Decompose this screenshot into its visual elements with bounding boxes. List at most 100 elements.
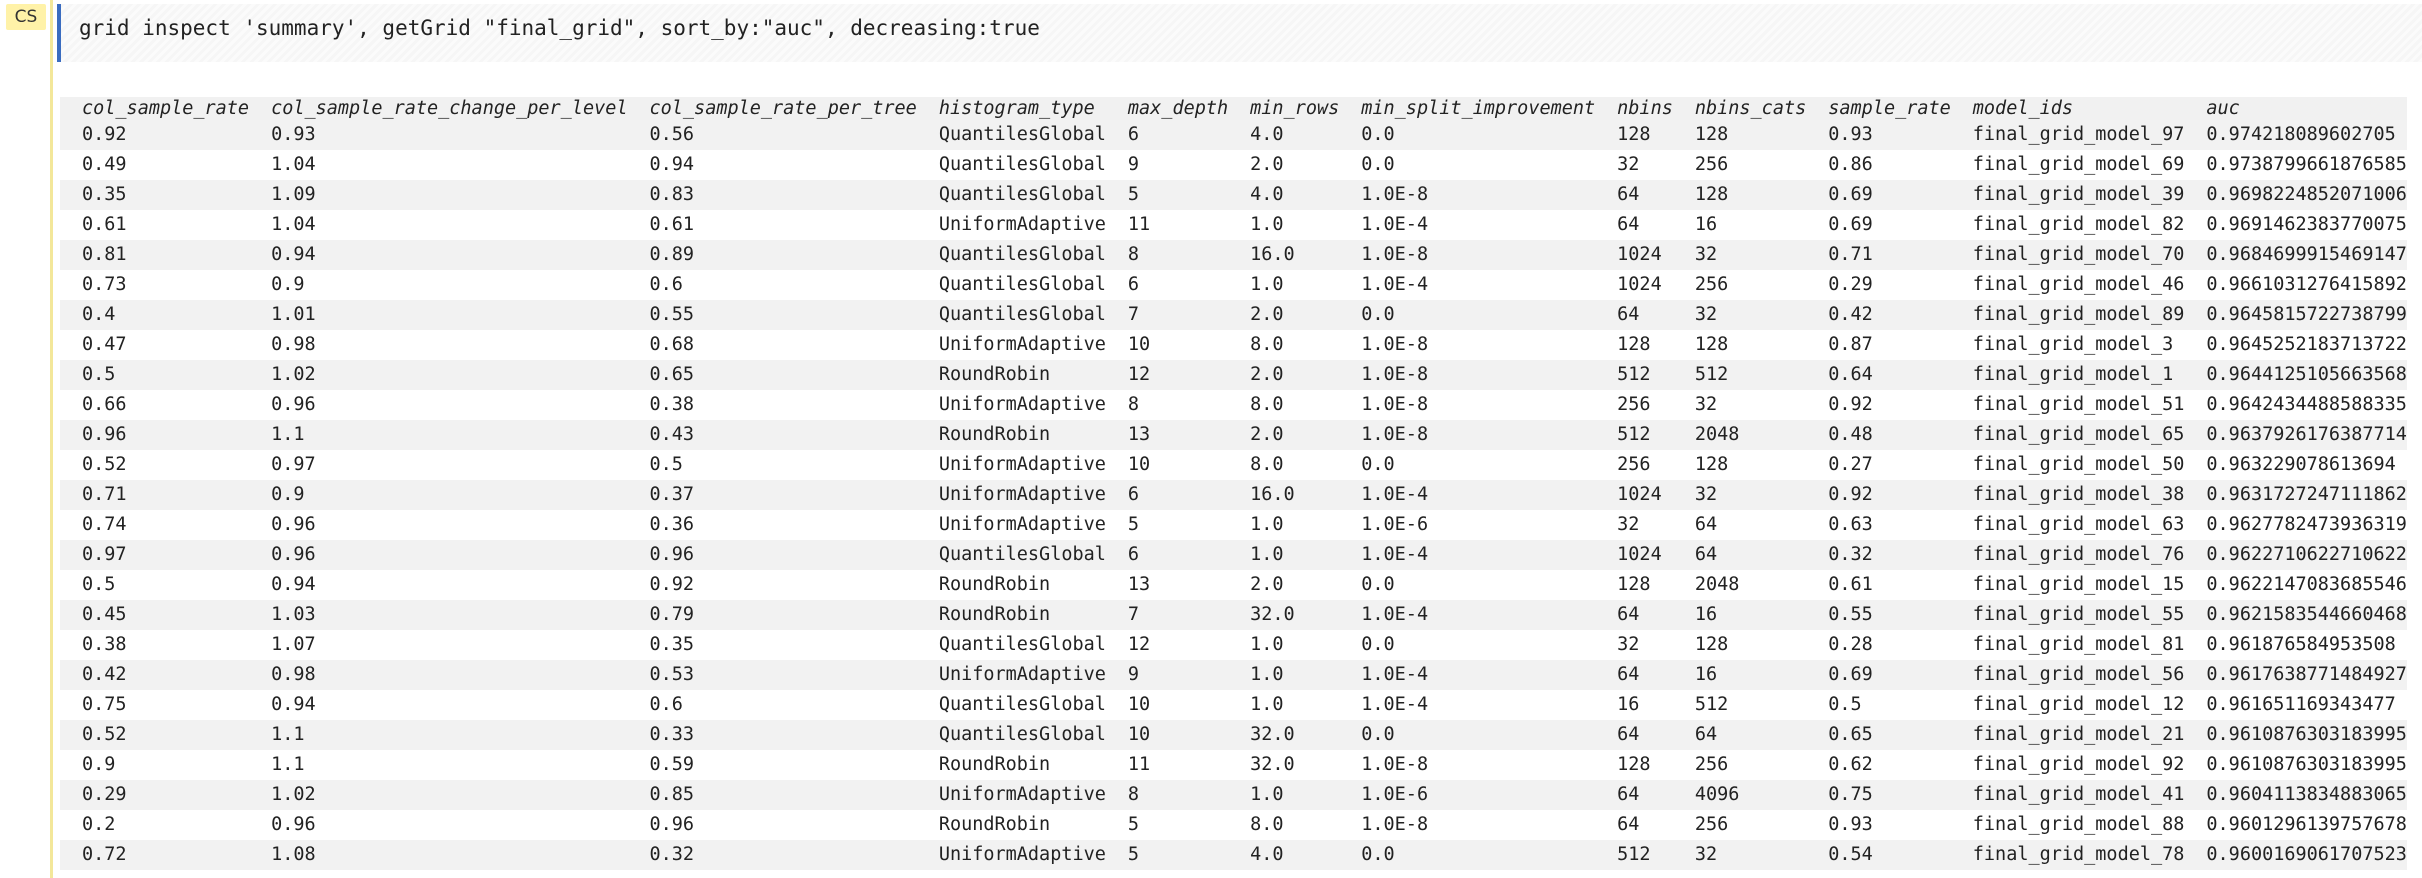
cell-model-id[interactable]: final_grid_model_12 bbox=[1950, 690, 2185, 720]
cell-auc: 0.9691462383770075 bbox=[2184, 210, 2407, 240]
code-editor[interactable]: grid inspect 'summary', getGrid "final_g… bbox=[57, 4, 2422, 62]
cell-histogram-type: RoundRobin bbox=[916, 360, 1106, 390]
column-header-col-sample-rate-change-per-level[interactable]: col_sample_rate_change_per_level bbox=[249, 97, 628, 120]
cell-col-sample-rate: 0.4 bbox=[60, 300, 250, 330]
cell-max-depth: 11 bbox=[1105, 210, 1229, 240]
cell-col-sample-rate: 0.5 bbox=[60, 360, 250, 390]
cell-model-id[interactable]: final_grid_model_21 bbox=[1950, 720, 2185, 750]
cell-col-sample-rate-per-tree: 0.96 bbox=[627, 540, 917, 570]
cell-model-id[interactable]: final_grid_model_92 bbox=[1950, 750, 2185, 780]
cell-col-sample-rate-per-tree: 0.55 bbox=[627, 300, 917, 330]
code-text[interactable]: grid inspect 'summary', getGrid "final_g… bbox=[79, 16, 1040, 40]
table-row: 0.81 0.94 0.89 QuantilesGlobal 8 16.0 1.0E-8 10… bbox=[60, 240, 2407, 270]
cell-min-rows: 32.0 bbox=[1228, 750, 1340, 780]
cell-model-id[interactable]: final_grid_model_82 bbox=[1950, 210, 2185, 240]
cell-model-id[interactable]: final_grid_model_76 bbox=[1950, 540, 2185, 570]
cell-histogram-type: QuantilesGlobal bbox=[916, 540, 1106, 570]
table-row: 0.52 1.1 0.33 QuantilesGlobal 10 32.0 0.0 64 64 0… bbox=[60, 720, 2407, 750]
cell-histogram-type: QuantilesGlobal bbox=[916, 720, 1106, 750]
cell-model-id[interactable]: final_grid_model_55 bbox=[1950, 600, 2185, 630]
column-header-nbins[interactable]: nbins bbox=[1595, 97, 1673, 120]
cell-col-sample-rate: 0.42 bbox=[60, 660, 250, 690]
column-header-max-depth[interactable]: max_depth bbox=[1105, 97, 1229, 120]
cell-col-sample-rate-per-tree: 0.56 bbox=[627, 120, 917, 150]
cell-auc: 0.9621583544660468 bbox=[2184, 600, 2407, 630]
table-row: 0.29 1.02 0.85 UniformAdaptive 8 1.0 1.0E-6 64 4… bbox=[60, 780, 2407, 810]
cell-min-split-improvement: 1.0E-8 bbox=[1339, 240, 1596, 270]
cell-min-rows: 2.0 bbox=[1228, 360, 1340, 390]
cell-nbins-cats: 32 bbox=[1672, 480, 1807, 510]
cell-nbins-cats: 64 bbox=[1672, 720, 1807, 750]
cell-max-depth: 7 bbox=[1105, 300, 1229, 330]
cell-sample-rate: 0.61 bbox=[1806, 570, 1951, 600]
cell-col-sample-rate-per-tree: 0.94 bbox=[627, 150, 917, 180]
cell-nbins-cats: 256 bbox=[1672, 810, 1807, 840]
cell-sample-rate: 0.32 bbox=[1806, 540, 1951, 570]
cell-nbins-cats: 32 bbox=[1672, 240, 1807, 270]
column-header-nbins-cats[interactable]: nbins_cats bbox=[1672, 97, 1807, 120]
cell-col-sample-rate: 0.96 bbox=[60, 420, 250, 450]
cell-min-rows: 2.0 bbox=[1228, 300, 1340, 330]
table-row: 0.66 0.96 0.38 UniformAdaptive 8 8.0 1.0E-8 256… bbox=[60, 390, 2407, 420]
column-header-model-ids[interactable]: model_ids bbox=[1950, 97, 2185, 120]
column-header-auc[interactable]: auc bbox=[2184, 97, 2407, 120]
cell-col-sample-rate: 0.75 bbox=[60, 690, 250, 720]
cell-max-depth: 10 bbox=[1105, 690, 1229, 720]
column-header-col-sample-rate-per-tree[interactable]: col_sample_rate_per_tree bbox=[627, 97, 917, 120]
cell-model-id[interactable]: final_grid_model_63 bbox=[1950, 510, 2185, 540]
cell-min-rows: 1.0 bbox=[1228, 690, 1340, 720]
column-header-col-sample-rate[interactable]: col_sample_rate bbox=[60, 97, 250, 120]
cell-nbins: 256 bbox=[1595, 390, 1673, 420]
cell-max-depth: 8 bbox=[1105, 240, 1229, 270]
cell-nbins-cats: 64 bbox=[1672, 540, 1807, 570]
cell-auc: 0.9661031276415892 bbox=[2184, 270, 2407, 300]
cell-model-id[interactable]: final_grid_model_81 bbox=[1950, 630, 2185, 660]
cell-auc: 0.9610876303183995 bbox=[2184, 750, 2407, 780]
cell-model-id[interactable]: final_grid_model_89 bbox=[1950, 300, 2185, 330]
cell-model-id[interactable]: final_grid_model_15 bbox=[1950, 570, 2185, 600]
cell-col-sample-rate-per-tree: 0.53 bbox=[627, 660, 917, 690]
cell-model-id[interactable]: final_grid_model_69 bbox=[1950, 150, 2185, 180]
cell-sample-rate: 0.55 bbox=[1806, 600, 1951, 630]
cell-histogram-type: UniformAdaptive bbox=[916, 840, 1106, 870]
cell-col-sample-rate-per-tree: 0.68 bbox=[627, 330, 917, 360]
cell-model-id[interactable]: final_grid_model_88 bbox=[1950, 810, 2185, 840]
cell-col-sample-rate: 0.73 bbox=[60, 270, 250, 300]
cell-nbins-cats: 128 bbox=[1672, 120, 1807, 150]
cell-nbins: 32 bbox=[1595, 630, 1673, 660]
cell-histogram-type: UniformAdaptive bbox=[916, 210, 1106, 240]
cell-auc: 0.9738799661876585 bbox=[2184, 150, 2407, 180]
grid-summary-table: col_sample_rate col_sample_rate_change_p… bbox=[60, 97, 2407, 870]
cell-nbins: 32 bbox=[1595, 510, 1673, 540]
cell-min-split-improvement: 1.0E-8 bbox=[1339, 390, 1596, 420]
cell-model-id[interactable]: final_grid_model_78 bbox=[1950, 840, 2185, 870]
cell-model-id[interactable]: final_grid_model_38 bbox=[1950, 480, 2185, 510]
column-header-min-split-improvement[interactable]: min_split_improvement bbox=[1339, 97, 1596, 120]
cell-max-depth: 6 bbox=[1105, 120, 1229, 150]
cell-model-id[interactable]: final_grid_model_1 bbox=[1950, 360, 2185, 390]
cell-model-id[interactable]: final_grid_model_70 bbox=[1950, 240, 2185, 270]
cell-col-sample-rate-per-tree: 0.79 bbox=[627, 600, 917, 630]
cell-model-id[interactable]: final_grid_model_50 bbox=[1950, 450, 2185, 480]
column-header-histogram-type[interactable]: histogram_type bbox=[916, 97, 1106, 120]
cell-model-id[interactable]: final_grid_model_65 bbox=[1950, 420, 2185, 450]
column-header-min-rows[interactable]: min_rows bbox=[1228, 97, 1340, 120]
table-row: 0.97 0.96 0.96 QuantilesGlobal 6 1.0 1.0E-4 102… bbox=[60, 540, 2407, 570]
cell-col-sample-rate-per-tree: 0.33 bbox=[627, 720, 917, 750]
cell-model-id[interactable]: final_grid_model_39 bbox=[1950, 180, 2185, 210]
cell-col-sample-rate: 0.2 bbox=[60, 810, 250, 840]
cell-max-depth: 12 bbox=[1105, 630, 1229, 660]
cell-nbins: 32 bbox=[1595, 150, 1673, 180]
cell-type-badge[interactable]: CS bbox=[6, 4, 46, 30]
cell-min-split-improvement: 0.0 bbox=[1339, 120, 1596, 150]
cell-model-id[interactable]: final_grid_model_3 bbox=[1950, 330, 2185, 360]
cell-model-id[interactable]: final_grid_model_56 bbox=[1950, 660, 2185, 690]
table-row: 0.38 1.07 0.35 QuantilesGlobal 12 1.0 0.0 32 128… bbox=[60, 630, 2407, 660]
cell-model-id[interactable]: final_grid_model_41 bbox=[1950, 780, 2185, 810]
column-header-sample-rate[interactable]: sample_rate bbox=[1806, 97, 1951, 120]
cell-model-id[interactable]: final_grid_model_46 bbox=[1950, 270, 2185, 300]
cell-model-id[interactable]: final_grid_model_51 bbox=[1950, 390, 2185, 420]
cell-sample-rate: 0.28 bbox=[1806, 630, 1951, 660]
cell-model-id[interactable]: final_grid_model_97 bbox=[1950, 120, 2185, 150]
cell-col-sample-rate-change-per-level: 1.09 bbox=[249, 180, 628, 210]
